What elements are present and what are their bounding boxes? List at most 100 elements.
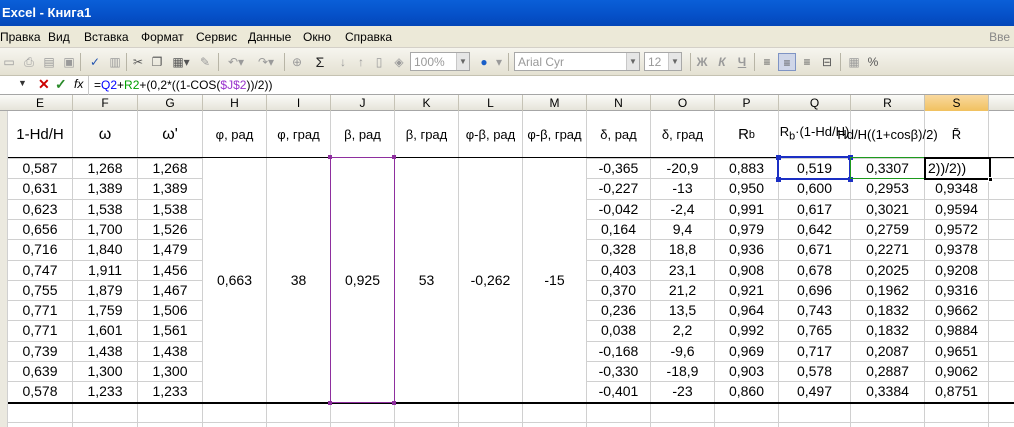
table-cell[interactable]: 1,467 bbox=[138, 280, 202, 300]
table-cell[interactable]: -13 bbox=[651, 178, 714, 198]
menu-insert[interactable]: Вставка bbox=[84, 30, 129, 44]
underline-button[interactable]: Ч bbox=[734, 53, 750, 71]
preview-icon[interactable]: ▤ bbox=[42, 53, 56, 71]
table-cell[interactable]: -0,401 bbox=[587, 381, 650, 401]
table-cell[interactable]: 1,268 bbox=[73, 158, 137, 178]
table-cell[interactable]: 0,9208 bbox=[925, 260, 988, 280]
cut-icon[interactable]: ✂ bbox=[131, 53, 145, 71]
format-painter-icon[interactable]: ✎ bbox=[198, 53, 212, 71]
column-header-l[interactable]: L bbox=[459, 95, 523, 111]
header-cell-n[interactable]: δ, рад bbox=[587, 111, 650, 158]
table-cell[interactable]: 0,3021 bbox=[851, 199, 924, 219]
table-cell[interactable]: 0,3384 bbox=[851, 381, 924, 401]
table-cell[interactable]: 0,1832 bbox=[851, 320, 924, 340]
table-cell[interactable]: 1,438 bbox=[73, 341, 137, 361]
column-header-r[interactable]: R bbox=[851, 95, 925, 111]
table-cell[interactable]: 0,2271 bbox=[851, 239, 924, 259]
table-cell[interactable]: 1,911 bbox=[73, 260, 137, 280]
table-cell[interactable]: 0,9378 bbox=[925, 239, 988, 259]
column-header-g[interactable]: G bbox=[138, 95, 203, 111]
table-cell[interactable]: 18,8 bbox=[651, 239, 714, 259]
undo-icon[interactable]: ↶▾ bbox=[224, 53, 248, 71]
table-cell[interactable]: 9,4 bbox=[651, 219, 714, 239]
header-cell-l[interactable]: φ-β, рад bbox=[459, 111, 522, 158]
table-cell[interactable]: 0,639 bbox=[8, 361, 72, 381]
table-cell[interactable]: 13,5 bbox=[651, 300, 714, 320]
table-cell[interactable]: 0,623 bbox=[8, 199, 72, 219]
table-cell[interactable]: 0,578 bbox=[779, 361, 850, 381]
table-cell[interactable]: 0,717 bbox=[779, 341, 850, 361]
table-cell[interactable]: -18,9 bbox=[651, 361, 714, 381]
column-header-k[interactable]: K bbox=[395, 95, 459, 111]
table-cell[interactable]: 1,456 bbox=[138, 260, 202, 280]
research-book-icon[interactable]: ▥ bbox=[108, 53, 122, 71]
merge-center-icon[interactable]: ⊟ bbox=[818, 53, 836, 71]
merged-cell-h[interactable]: 0,663 bbox=[203, 158, 266, 402]
merged-cell-m[interactable]: -15 bbox=[523, 158, 586, 402]
table-cell[interactable]: 1,233 bbox=[138, 381, 202, 401]
table-cell[interactable]: 0,600 bbox=[779, 178, 850, 198]
header-cell-g[interactable]: ω' bbox=[138, 111, 202, 158]
table-cell[interactable]: 0,9572 bbox=[925, 219, 988, 239]
header-cell-s[interactable]: R̃ bbox=[925, 111, 988, 158]
table-cell[interactable]: 0,671 bbox=[779, 239, 850, 259]
table-cell[interactable]: 0,2953 bbox=[851, 178, 924, 198]
table-cell[interactable]: 1,879 bbox=[73, 280, 137, 300]
help-icon[interactable]: ● bbox=[476, 53, 492, 71]
table-cell[interactable]: 1,479 bbox=[138, 239, 202, 259]
table-cell[interactable]: 1,300 bbox=[73, 361, 137, 381]
table-cell[interactable]: 0,9884 bbox=[925, 320, 988, 340]
table-cell[interactable]: 1,840 bbox=[73, 239, 137, 259]
table-cell[interactable]: 1,759 bbox=[73, 300, 137, 320]
hyperlink-icon[interactable]: ⊕ bbox=[290, 53, 304, 71]
table-cell[interactable]: -2,4 bbox=[651, 199, 714, 219]
cancel-icon[interactable]: ✕ bbox=[38, 76, 50, 93]
formula-input[interactable]: =Q2+R2+(0,2*((1-COS($J$2))/2)) bbox=[94, 78, 272, 92]
table-cell[interactable]: 0,9062 bbox=[925, 361, 988, 381]
cell-area[interactable]: 1-Hd/H ω ω' φ, рад φ, град β, рад β, град φ-β, … bbox=[0, 111, 1014, 427]
table-cell[interactable]: 0,743 bbox=[779, 300, 850, 320]
percent-button[interactable]: % bbox=[866, 53, 880, 71]
table-cell[interactable]: -9,6 bbox=[651, 341, 714, 361]
help-question-box[interactable]: Вве bbox=[989, 30, 1010, 44]
table-cell[interactable]: 1,601 bbox=[73, 320, 137, 340]
table-cell[interactable]: 0,678 bbox=[779, 260, 850, 280]
table-cell[interactable]: 0,860 bbox=[715, 381, 778, 401]
menu-edit[interactable]: Правка bbox=[0, 30, 41, 44]
currency-icon[interactable]: ▦ bbox=[846, 53, 862, 71]
table-cell[interactable]: 0,991 bbox=[715, 199, 778, 219]
header-cell-r[interactable]: Hd/H((1+cosβ)/2) bbox=[837, 111, 937, 158]
header-cell-f[interactable]: ω bbox=[73, 111, 137, 158]
table-cell[interactable]: 0,755 bbox=[8, 280, 72, 300]
table-cell[interactable]: -0,227 bbox=[587, 178, 650, 198]
zoom-combo[interactable]: 100% ▼ bbox=[410, 52, 470, 71]
table-cell[interactable]: 0,164 bbox=[587, 219, 650, 239]
spelling-icon[interactable]: ✓ bbox=[86, 53, 104, 71]
align-center-icon[interactable]: ≡ bbox=[778, 53, 796, 71]
table-cell[interactable]: 0,747 bbox=[8, 260, 72, 280]
menu-tools[interactable]: Сервис bbox=[196, 30, 237, 44]
table-cell[interactable]: -0,042 bbox=[587, 199, 650, 219]
column-header-o[interactable]: O bbox=[651, 95, 715, 111]
column-header-j[interactable]: J bbox=[331, 95, 395, 111]
insert-function-icon[interactable]: fx bbox=[74, 77, 83, 91]
menu-view[interactable]: Вид bbox=[48, 30, 70, 44]
font-size-combo[interactable]: 12 ▼ bbox=[644, 52, 682, 71]
header-cell-j[interactable]: β, рад bbox=[331, 111, 394, 158]
align-right-icon[interactable]: ≡ bbox=[798, 53, 816, 71]
table-cell[interactable]: 23,1 bbox=[651, 260, 714, 280]
column-header-next[interactable] bbox=[989, 95, 1014, 111]
table-cell[interactable]: 0,771 bbox=[8, 300, 72, 320]
merged-cell-i[interactable]: 38 bbox=[267, 158, 330, 402]
merged-cell-l[interactable]: -0,262 bbox=[459, 158, 522, 402]
header-cell-i[interactable]: φ, град bbox=[267, 111, 330, 158]
table-cell[interactable]: 0,765 bbox=[779, 320, 850, 340]
table-cell[interactable]: 0,9348 bbox=[925, 178, 988, 198]
italic-button[interactable]: К bbox=[714, 53, 730, 71]
drawing-icon[interactable]: ◈ bbox=[390, 53, 408, 71]
table-cell[interactable]: 0,8751 bbox=[925, 381, 988, 401]
table-cell[interactable]: 1,538 bbox=[73, 199, 137, 219]
table-cell[interactable]: 0,236 bbox=[587, 300, 650, 320]
table-cell[interactable]: 1,233 bbox=[73, 381, 137, 401]
redo-icon[interactable]: ↷▾ bbox=[254, 53, 278, 71]
